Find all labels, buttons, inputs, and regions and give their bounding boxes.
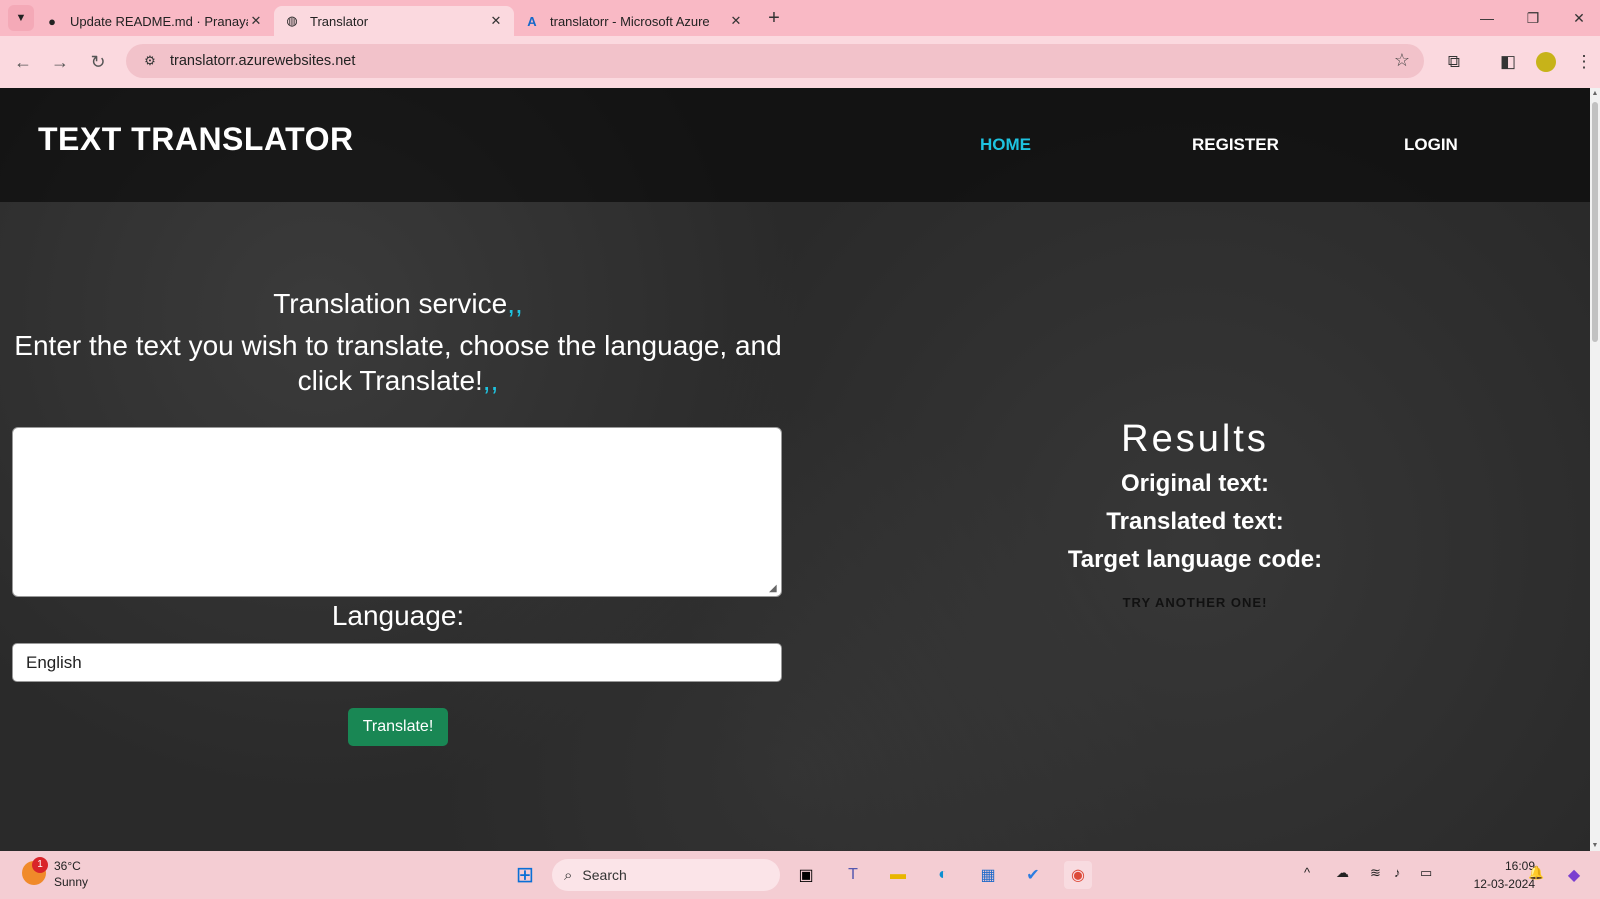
- nav-login[interactable]: LOGIN: [1404, 135, 1458, 155]
- more-menu-icon[interactable]: ⋮: [1572, 50, 1596, 74]
- taskbar: 1 36°C Sunny ⊞ ⌕ Search ▣ T ▬ ◐ ▦ ✔ ◉ ^ …: [0, 851, 1600, 899]
- side-panel-icon[interactable]: ◧: [1496, 50, 1520, 74]
- accent-mark: ,,: [482, 365, 499, 396]
- weather-condition[interactable]: Sunny: [54, 875, 88, 889]
- translate-button[interactable]: Translate!: [348, 708, 448, 746]
- window-close-icon[interactable]: ✕: [1556, 0, 1600, 36]
- copilot-icon[interactable]: ◆: [1560, 861, 1588, 889]
- tab-title: Update README.md · Pranayac: [70, 13, 248, 29]
- language-select[interactable]: English: [12, 643, 782, 682]
- url-text[interactable]: translatorr.azurewebsites.net: [170, 53, 355, 69]
- weather-temperature[interactable]: 36°C: [54, 859, 81, 873]
- scroll-thumb[interactable]: [1592, 102, 1598, 342]
- new-tab-button[interactable]: +: [760, 4, 788, 32]
- file-explorer-icon[interactable]: ▬: [884, 861, 912, 889]
- extensions-icon[interactable]: ⧉: [1442, 50, 1466, 74]
- accent-mark: ,,: [507, 288, 523, 319]
- store-icon[interactable]: ▦: [974, 861, 1002, 889]
- windows-start-icon[interactable]: ⊞: [511, 861, 539, 889]
- web-page: TEXT TRANSLATOR HOME REGISTER LOGIN Tran…: [0, 88, 1590, 851]
- language-label: Language:: [331, 600, 465, 631]
- page-scrollbar[interactable]: ▲ ▼: [1590, 88, 1600, 851]
- bookmark-star-icon[interactable]: ☆: [1394, 50, 1410, 71]
- todo-icon[interactable]: ✔: [1019, 861, 1047, 889]
- browser-toolbar: ← → ↻ ⚙ translatorr.azurewebsites.net ☆ …: [0, 36, 1600, 88]
- edge-icon[interactable]: ◐: [929, 861, 957, 889]
- teams-icon[interactable]: T: [839, 861, 867, 889]
- onedrive-icon[interactable]: ☁: [1336, 865, 1349, 881]
- tab-search-button[interactable]: ▼: [8, 5, 34, 31]
- service-title: Translation service,,: [12, 288, 784, 320]
- weather-badge: 1: [32, 857, 48, 873]
- browser-tab-strip: ▼ ● Update README.md · Pranayac ✕ ◍ Tran…: [0, 0, 1600, 36]
- azure-icon: A: [527, 13, 537, 29]
- original-text-label: Original text:: [1120, 470, 1270, 497]
- tab-title: translatorr - Microsoft Azure: [550, 13, 710, 29]
- notification-bell-icon[interactable]: 🔔: [1528, 865, 1544, 881]
- nav-register[interactable]: REGISTER: [1192, 135, 1279, 155]
- results-title: Results: [1121, 418, 1269, 460]
- github-icon: ●: [48, 13, 56, 29]
- text-to-translate-input[interactable]: ◢: [12, 427, 782, 597]
- tab-translator[interactable]: ◍ Translator ✕: [274, 6, 514, 36]
- globe-icon: ◍: [286, 13, 298, 28]
- wifi-icon[interactable]: ≋: [1370, 865, 1381, 881]
- taskbar-search-placeholder: Search: [582, 867, 627, 883]
- translation-form: Translation service,, Enter the text you…: [12, 288, 784, 398]
- close-icon[interactable]: ✕: [248, 13, 264, 29]
- profile-avatar[interactable]: [1536, 52, 1556, 72]
- scroll-down-icon[interactable]: ▼: [1590, 842, 1600, 849]
- close-icon[interactable]: ✕: [488, 13, 504, 29]
- tab-title: Translator: [310, 13, 369, 29]
- service-description: Enter the text you wish to translate, ch…: [12, 328, 784, 398]
- task-view-icon[interactable]: ▣: [792, 861, 820, 889]
- results-panel: Results Original text: Translated text: …: [1000, 418, 1390, 610]
- search-icon: ⌕: [564, 866, 573, 884]
- target-language-code-label: Target language code:: [1067, 546, 1323, 573]
- resize-grip-icon[interactable]: ◢: [769, 584, 779, 594]
- try-another-link[interactable]: TRY ANOTHER ONE!: [1000, 595, 1390, 610]
- taskbar-search[interactable]: ⌕ Search: [552, 859, 780, 891]
- site-brand[interactable]: TEXT TRANSLATOR: [38, 121, 354, 158]
- site-header: TEXT TRANSLATOR HOME REGISTER LOGIN: [0, 88, 1590, 202]
- back-icon[interactable]: ←: [9, 48, 37, 76]
- battery-icon[interactable]: ▭: [1420, 865, 1432, 881]
- service-title-text: Translation service: [273, 288, 508, 319]
- clock-date[interactable]: 12-03-2024: [1453, 877, 1535, 891]
- tab-azure[interactable]: A translatorr - Microsoft Azure ✕: [514, 6, 754, 36]
- forward-icon[interactable]: →: [46, 48, 74, 76]
- address-bar[interactable]: ⚙ translatorr.azurewebsites.net ☆: [126, 44, 1424, 78]
- tab-github[interactable]: ● Update README.md · Pranayac ✕: [34, 6, 274, 36]
- chrome-icon[interactable]: ◉: [1064, 861, 1092, 889]
- translated-text-label: Translated text:: [1106, 508, 1284, 535]
- volume-icon[interactable]: ♪: [1394, 865, 1401, 880]
- service-description-text: Enter the text you wish to translate, ch…: [14, 330, 782, 396]
- chevron-down-icon: ▼: [15, 12, 27, 24]
- chevron-up-icon[interactable]: ^: [1304, 865, 1310, 880]
- reload-icon[interactable]: ↻: [84, 48, 112, 76]
- minimize-icon[interactable]: —: [1464, 0, 1510, 36]
- site-info-icon[interactable]: ⚙: [136, 53, 164, 69]
- scroll-up-icon[interactable]: ▲: [1590, 90, 1600, 97]
- close-icon[interactable]: ✕: [728, 13, 744, 29]
- nav-home[interactable]: HOME: [980, 135, 1031, 155]
- restore-icon[interactable]: ❐: [1510, 0, 1556, 36]
